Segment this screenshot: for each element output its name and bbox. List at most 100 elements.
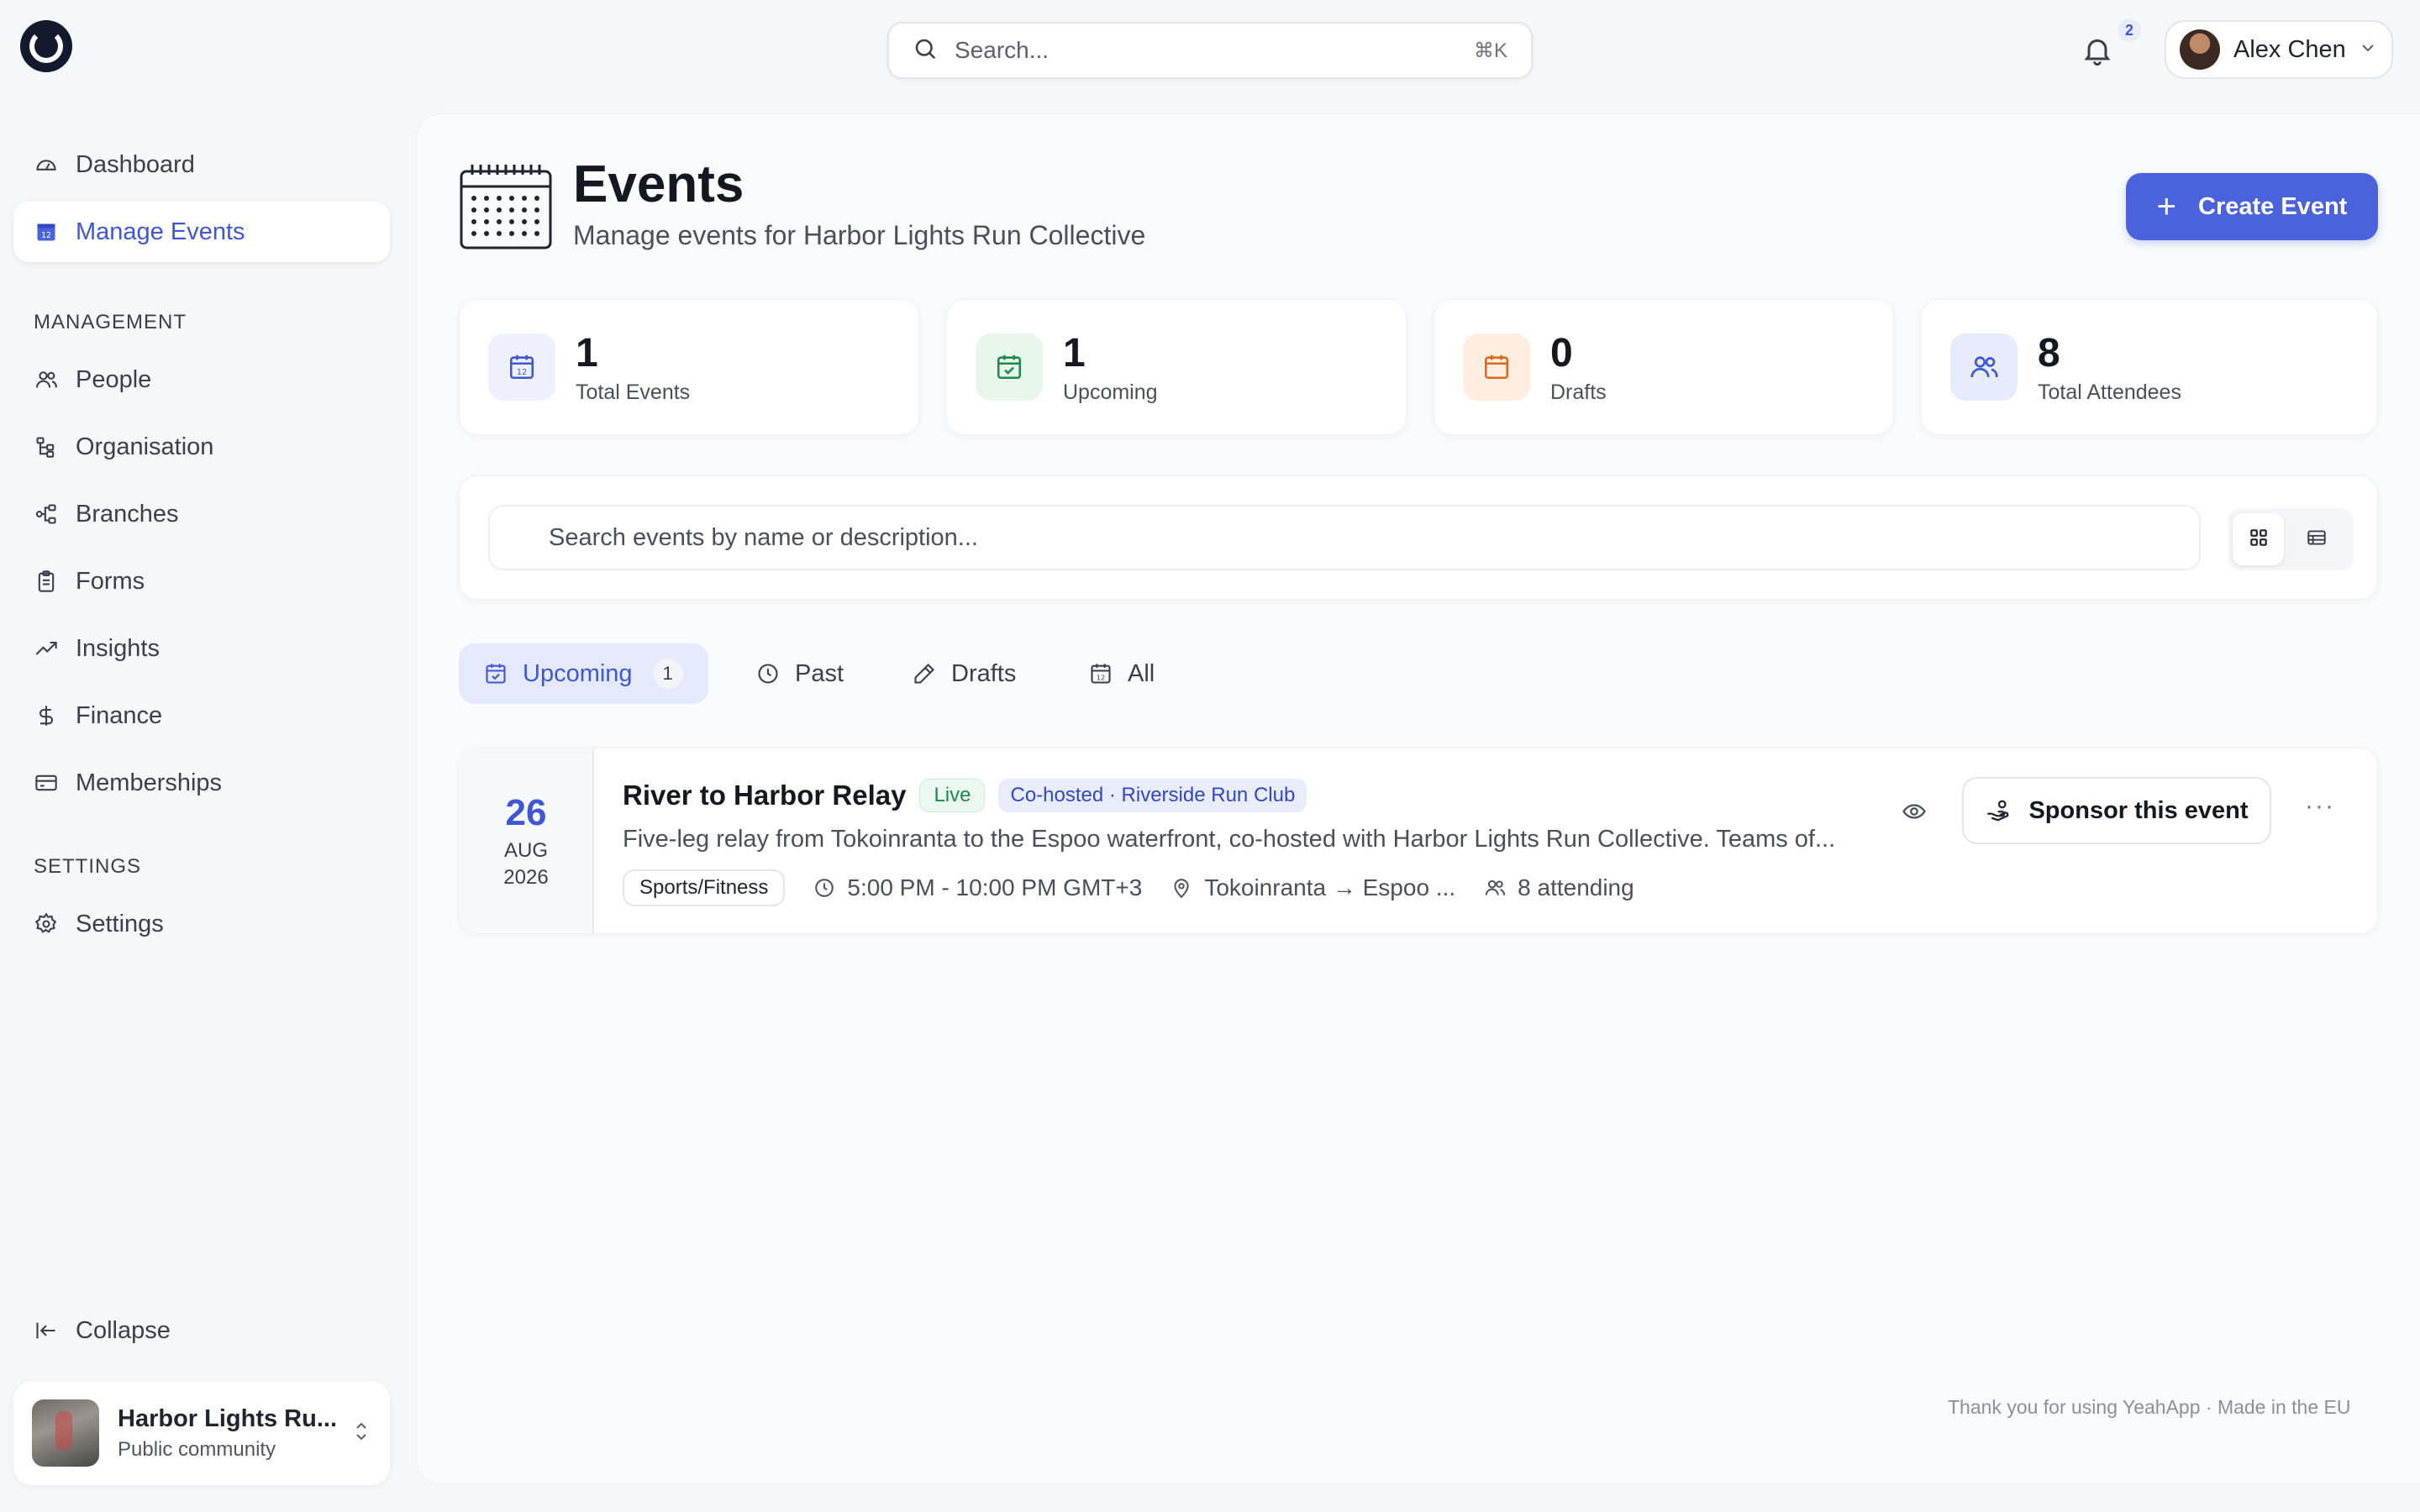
more-options-icon[interactable]: ··· bbox=[2305, 792, 2335, 821]
org-switcher[interactable]: Harbor Lights Ru... Public community bbox=[13, 1381, 390, 1485]
org-name: Harbor Lights Ru... bbox=[118, 1404, 337, 1432]
event-attendance: 8 attending bbox=[1484, 874, 1634, 901]
event-description: Five-leg relay from Tokoinranta to the E… bbox=[623, 826, 1836, 853]
stat-label: Total Events bbox=[576, 381, 691, 404]
sponsor-label: Sponsor this event bbox=[2028, 796, 2249, 824]
create-event-label: Create Event bbox=[2198, 192, 2348, 220]
notification-badge: 2 bbox=[2118, 18, 2141, 42]
view-toggle bbox=[2228, 508, 2354, 570]
collapse-button[interactable]: Collapse bbox=[13, 1300, 390, 1361]
event-title[interactable]: River to Harbor Relay bbox=[623, 780, 906, 811]
sponsor-event-button[interactable]: Sponsor this event bbox=[1962, 777, 2271, 844]
sidebar-item-people[interactable]: People bbox=[13, 349, 390, 410]
sidebar-item-label: Manage Events bbox=[76, 218, 245, 245]
event-location: Tokoinranta → Espoo ... bbox=[1171, 874, 1455, 901]
chevron-up-down-icon bbox=[351, 1419, 371, 1448]
sidebar-item-memberships[interactable]: Memberships bbox=[13, 753, 390, 813]
plus-icon: + bbox=[2156, 188, 2177, 225]
eye-icon[interactable] bbox=[1900, 799, 1928, 828]
stat-card-drafts: 0 Drafts bbox=[1434, 299, 1894, 435]
calendar-icon: 12 bbox=[34, 219, 59, 244]
sidebar-item-dashboard[interactable]: Dashboard bbox=[13, 134, 390, 195]
calendar-icon: 12 bbox=[1089, 662, 1113, 685]
people-icon bbox=[1950, 333, 2018, 401]
stat-value: 0 bbox=[1550, 331, 1573, 375]
sidebar-item-settings[interactable]: Settings bbox=[13, 894, 390, 954]
user-menu[interactable]: Alex Chen bbox=[2165, 20, 2393, 79]
cohost-badge: Co-hosted · Riverside Run Club bbox=[998, 779, 1307, 812]
list-view-button[interactable] bbox=[2291, 513, 2342, 565]
branches-icon bbox=[34, 501, 59, 527]
sidebar-item-label: Finance bbox=[76, 701, 163, 729]
trend-icon bbox=[34, 636, 59, 661]
sidebar-item-forms[interactable]: Forms bbox=[13, 551, 390, 612]
svg-text:12: 12 bbox=[517, 368, 528, 377]
grid-view-button[interactable] bbox=[2233, 513, 2284, 565]
search-placeholder: Search... bbox=[955, 37, 1050, 63]
tab-label: All bbox=[1128, 659, 1155, 687]
page-subtitle: Manage events for Harbor Lights Run Coll… bbox=[573, 220, 1146, 250]
event-day: 26 bbox=[505, 792, 547, 833]
sidebar-item-label: Dashboard bbox=[76, 150, 195, 178]
sidebar-item-insights[interactable]: Insights bbox=[13, 618, 390, 679]
global-search-input[interactable]: Search... ⌘K bbox=[887, 22, 1533, 79]
stat-label: Total Attendees bbox=[2038, 381, 2181, 404]
sidebar-item-label: Settings bbox=[76, 910, 164, 937]
people-icon bbox=[34, 367, 59, 392]
event-month: AUG bbox=[503, 839, 548, 862]
tab-label: Past bbox=[795, 659, 844, 687]
chevron-down-icon bbox=[2358, 38, 2378, 62]
event-date: 26 AUG 2026 bbox=[460, 748, 594, 933]
org-avatar bbox=[32, 1399, 99, 1467]
tab-all[interactable]: 12 All bbox=[1064, 643, 1180, 704]
sidebar-item-label: Branches bbox=[76, 500, 179, 528]
tab-upcoming[interactable]: Upcoming 1 bbox=[459, 643, 708, 704]
calendar-icon bbox=[1463, 333, 1530, 401]
event-year: 2026 bbox=[503, 866, 549, 889]
tab-drafts[interactable]: Drafts bbox=[887, 643, 1041, 704]
collapse-icon bbox=[34, 1318, 59, 1343]
event-search-input[interactable]: Search events by name or description... bbox=[488, 505, 2201, 570]
card-icon bbox=[34, 770, 59, 795]
list-icon bbox=[2305, 527, 2328, 553]
sidebar-item-finance[interactable]: Finance bbox=[13, 685, 390, 746]
event-card[interactable]: 26 AUG 2026 River to Harbor Relay Live C… bbox=[459, 748, 2378, 934]
app-logo[interactable] bbox=[20, 20, 72, 72]
sidebar-item-branches[interactable]: Branches bbox=[13, 484, 390, 544]
people-icon bbox=[1484, 877, 1506, 899]
footer-note: Thank you for using YeahApp · Made in th… bbox=[1948, 1396, 2351, 1418]
stat-value: 1 bbox=[576, 331, 598, 375]
clock-icon bbox=[756, 662, 780, 685]
tab-past[interactable]: Past bbox=[731, 643, 869, 704]
sidebar-item-organisation[interactable]: Organisation bbox=[13, 417, 390, 477]
stat-label: Drafts bbox=[1550, 381, 1607, 404]
clipboard-icon bbox=[34, 569, 59, 594]
status-badge: Live bbox=[919, 779, 986, 812]
sidebar-item-label: People bbox=[76, 365, 152, 393]
sidebar-item-label: Organisation bbox=[76, 433, 214, 460]
calendar-icon bbox=[459, 161, 553, 250]
calendar-icon: 12 bbox=[488, 333, 555, 401]
dashboard-icon bbox=[34, 152, 59, 177]
sidebar-item-label: Forms bbox=[76, 567, 145, 595]
dollar-icon bbox=[34, 703, 59, 728]
event-attendance-text: 8 attending bbox=[1518, 874, 1634, 900]
stat-card-total-attendees: 8 Total Attendees bbox=[1921, 299, 2378, 435]
collapse-label: Collapse bbox=[76, 1316, 171, 1344]
calendar-check-icon bbox=[484, 662, 508, 685]
bell-icon[interactable] bbox=[2081, 34, 2121, 74]
sidebar-item-manage-events[interactable]: 12 Manage Events bbox=[13, 202, 390, 262]
sidebar-item-label: Memberships bbox=[76, 769, 223, 796]
svg-text:12: 12 bbox=[41, 231, 51, 240]
create-event-button[interactable]: + Create Event bbox=[2126, 173, 2378, 240]
map-pin-icon bbox=[1171, 877, 1192, 899]
sidebar-item-label: Insights bbox=[76, 634, 160, 662]
stat-card-total-events: 12 1 Total Events bbox=[459, 299, 919, 435]
page-title: Events bbox=[573, 155, 744, 213]
org-tree-icon bbox=[34, 434, 59, 459]
stat-value: 8 bbox=[2038, 331, 2060, 375]
tab-count: 1 bbox=[652, 659, 683, 689]
calendar-check-icon bbox=[976, 333, 1043, 401]
event-time-text: 5:00 PM - 10:00 PM GMT+3 bbox=[847, 874, 1143, 900]
hand-coin-icon bbox=[1985, 798, 2013, 823]
